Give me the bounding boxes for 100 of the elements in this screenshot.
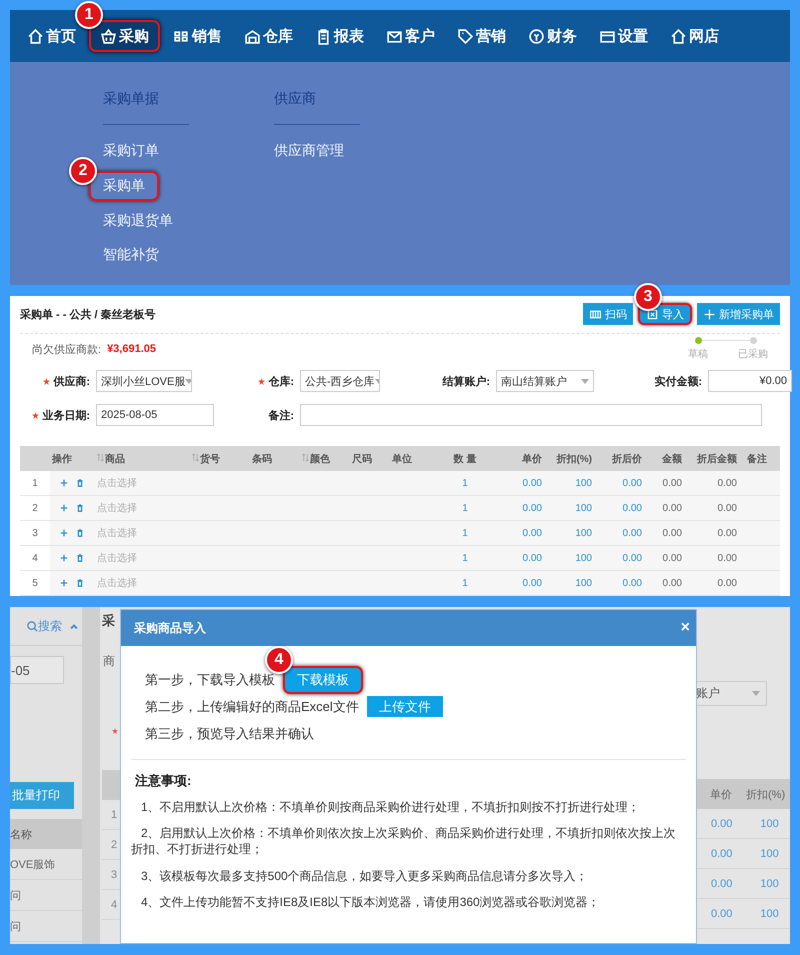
table-cell[interactable]: 100 <box>760 878 779 890</box>
table-cell[interactable]: 0.00 <box>522 502 542 514</box>
menu-item[interactable]: 供应商管理 <box>274 137 344 165</box>
callout-badge: 2 <box>69 157 97 185</box>
menu-item[interactable]: 采购订单 <box>103 137 159 165</box>
table-cell[interactable]: 0.00 <box>522 528 542 538</box>
nav-tab[interactable]: 财务 <box>519 10 586 62</box>
product-picker[interactable]: 点击选择 <box>97 478 137 489</box>
table-cell[interactable]: 1 <box>462 552 468 564</box>
trash-icon[interactable] <box>76 579 84 587</box>
plus-icon[interactable] <box>60 479 68 487</box>
table-cell[interactable]: 0.00 <box>622 578 642 588</box>
table-cell[interactable]: 100 <box>760 908 779 920</box>
row-number: 5 <box>32 578 38 588</box>
table-cell[interactable]: 0.00 <box>522 552 542 564</box>
nav-tab[interactable]: 网店 <box>661 10 728 62</box>
trash-icon[interactable] <box>76 504 84 512</box>
trash-icon[interactable] <box>76 479 84 487</box>
callout-badge: 3 <box>634 283 662 312</box>
list-item[interactable]: OVE服饰 <box>10 856 56 872</box>
field-label: 供应商: <box>53 374 90 389</box>
menu-item[interactable]: 采购退货单 <box>103 207 173 235</box>
menu-item[interactable]: 智能补货 <box>103 241 159 269</box>
select-field[interactable]: 南山结算账户 <box>496 370 594 392</box>
plus-icon[interactable] <box>60 504 68 512</box>
product-picker[interactable]: 点击选择 <box>97 553 137 564</box>
product-picker[interactable]: 点击选择 <box>97 578 137 589</box>
plus-icon[interactable] <box>60 579 68 587</box>
date-field[interactable]: 2025-08-05 <box>96 404 214 426</box>
menu-heading: 采购单据 <box>103 90 159 108</box>
table-cell[interactable]: 0.00 <box>711 878 732 890</box>
required-icon <box>112 728 118 734</box>
select-field[interactable]: 公共-西乡仓库 <box>300 370 380 392</box>
nav-tab[interactable]: 客户 <box>377 10 444 62</box>
nav-tab[interactable]: 设置 <box>590 10 657 62</box>
table-cell[interactable]: 1 <box>462 528 468 538</box>
trash-icon[interactable] <box>76 554 84 562</box>
warehouse-icon <box>244 28 261 44</box>
nav-tab[interactable]: 采购 <box>89 20 160 52</box>
home-icon <box>27 28 44 44</box>
table-cell[interactable]: 0.00 <box>622 502 642 514</box>
chevron-icon[interactable] <box>70 624 78 628</box>
toolbar-button[interactable]: 扫码 <box>583 303 633 326</box>
note-text: 2、启用默认上次价格：不填单价则依次按上次采购价、商品采购价进行处理，不填折扣则依次按上次折扣、不打折进行处理； <box>131 825 677 858</box>
table-cell[interactable]: 1 <box>462 502 468 514</box>
caret-icon <box>752 691 760 696</box>
list-item[interactable]: 问 <box>10 918 21 934</box>
table-cell[interactable]: 1 <box>462 478 468 488</box>
table-cell[interactable]: 100 <box>575 502 592 514</box>
home-icon <box>670 28 687 44</box>
table-cell[interactable]: 0.00 <box>522 478 542 488</box>
nav-tab[interactable]: 销售 <box>164 10 231 62</box>
date-field[interactable]: -05 <box>10 656 64 684</box>
print-button[interactable]: 批量打印 <box>10 782 74 809</box>
table-cell[interactable]: 100 <box>575 528 592 538</box>
trash-icon[interactable] <box>76 529 84 537</box>
nav-tab[interactable]: 仓库 <box>235 10 302 62</box>
row-number: 4 <box>111 898 118 910</box>
column-header: 备注 <box>747 454 767 464</box>
row-number: 1 <box>32 478 38 488</box>
table-cell[interactable]: 0.00 <box>711 908 732 920</box>
close-button[interactable]: × <box>680 619 690 637</box>
field-label: 商 <box>103 653 116 670</box>
product-picker[interactable]: 点击选择 <box>97 528 137 539</box>
nav-tab[interactable]: 营销 <box>448 10 515 62</box>
table-cell[interactable]: 0.00 <box>622 528 642 538</box>
table-cell[interactable]: 100 <box>575 478 592 488</box>
dialog-title: 采购商品导入 <box>134 620 206 636</box>
product-picker[interactable]: 点击选择 <box>97 503 137 514</box>
action-button[interactable]: 上传文件 <box>366 696 443 717</box>
table-cell[interactable]: 100 <box>760 848 779 860</box>
table-cell[interactable]: 0.00 <box>622 552 642 564</box>
table-cell[interactable]: 100 <box>575 552 592 564</box>
toolbar-button[interactable]: 新增采购单 <box>697 303 780 326</box>
table-cell[interactable]: 0.00 <box>622 478 642 488</box>
action-button[interactable]: 下载模板 <box>283 666 363 694</box>
column-header: 单价 <box>710 788 732 802</box>
page-title: 采 <box>102 612 116 630</box>
nav-tab[interactable]: 报表 <box>306 10 373 62</box>
table-cell[interactable]: 100 <box>760 818 779 830</box>
table-cell: 0.00 <box>718 578 737 588</box>
table-cell[interactable]: 1 <box>462 578 468 588</box>
table-cell[interactable]: 0.00 <box>711 848 732 860</box>
amount-field[interactable]: ¥0.00 <box>708 370 792 392</box>
table-cell: 0.00 <box>662 578 682 588</box>
table-cell[interactable]: 0.00 <box>522 578 542 588</box>
note-field[interactable] <box>300 404 762 426</box>
plus-icon[interactable] <box>60 529 68 537</box>
column-header: 商品 <box>105 454 125 464</box>
plus-icon[interactable] <box>60 554 68 562</box>
list-item[interactable]: 问 <box>10 888 21 902</box>
table-cell[interactable]: 0.00 <box>711 818 732 830</box>
step-label: 已采购 <box>738 348 768 362</box>
select-field[interactable]: 深圳小丝LOVE服 <box>96 370 192 392</box>
search-link[interactable]: 搜索 <box>27 618 62 634</box>
column-header: 颜色 <box>310 454 330 464</box>
row-number: 4 <box>32 552 38 564</box>
table-cell[interactable]: 100 <box>575 578 592 588</box>
row-number: 3 <box>32 528 38 538</box>
caret-icon <box>581 378 589 384</box>
